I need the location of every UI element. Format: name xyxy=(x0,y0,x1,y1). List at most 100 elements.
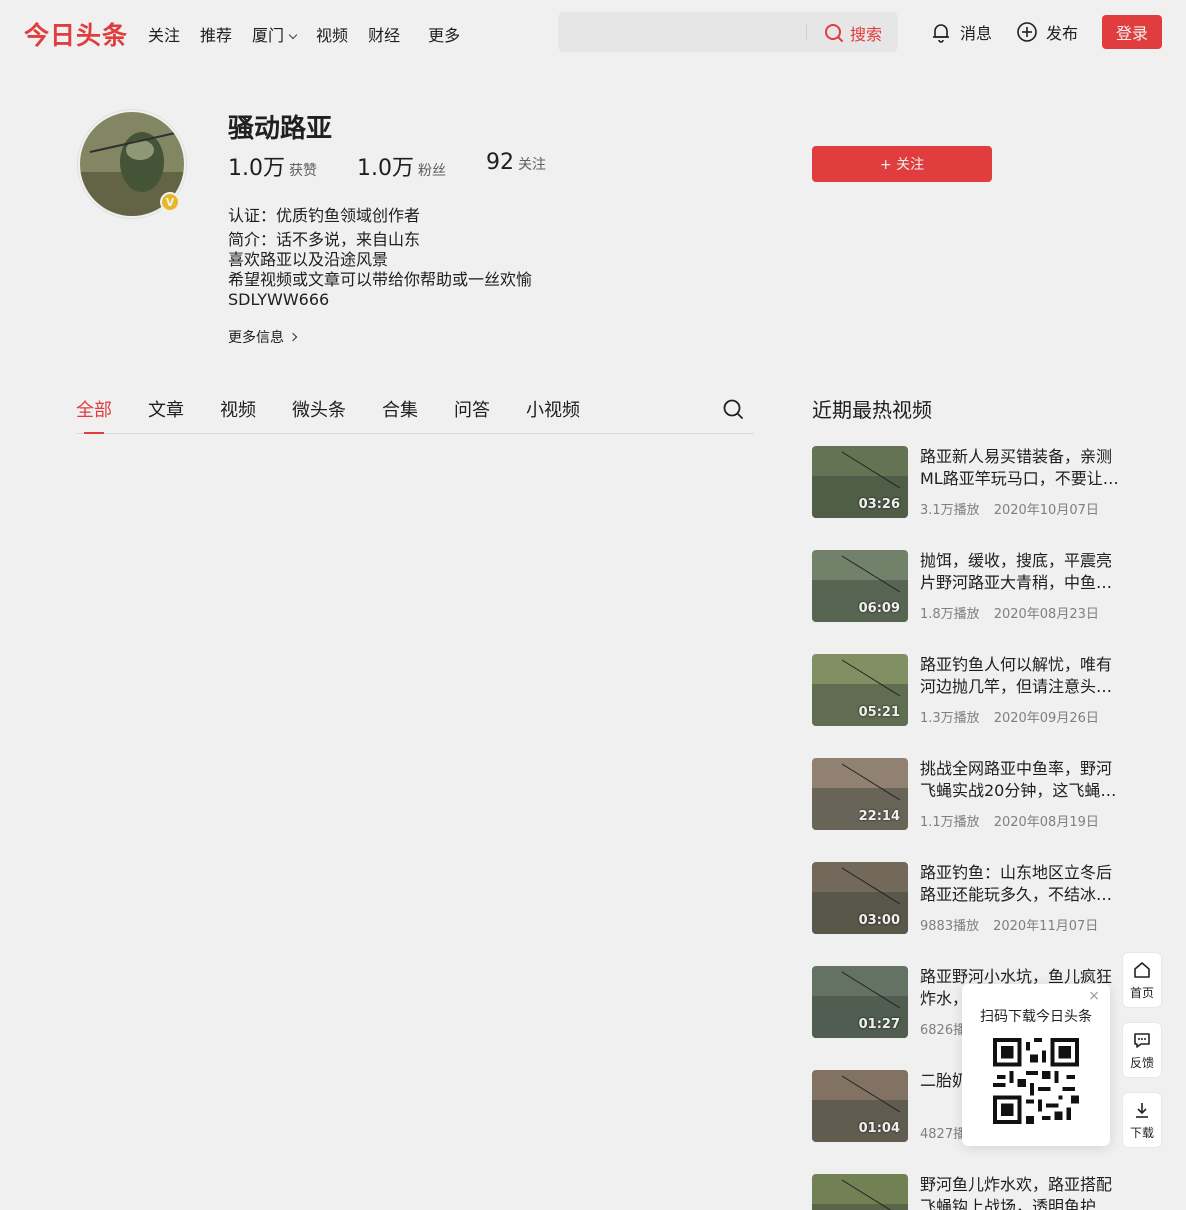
video-duration: 01:27 xyxy=(858,1017,900,1032)
home-icon xyxy=(1134,961,1150,978)
stat-fans-num: 1.0万 xyxy=(357,156,414,181)
video-title[interactable]: 路亚新人易买错装备，亲测ML路亚竿玩马口，不要让… xyxy=(920,446,1122,490)
video-thumbnail[interactable]: 01:27 xyxy=(812,966,908,1038)
chevron-right-icon xyxy=(288,332,298,342)
video-duration: 05:21 xyxy=(858,705,900,720)
video-duration: 03:00 xyxy=(858,913,900,928)
top-header: 今日头条 关注 推荐 厦门 视频 财经 更多 搜索 消息 发布 登录 xyxy=(0,0,1186,64)
nav-item-finance[interactable]: 财经 xyxy=(368,22,400,46)
video-list-item[interactable]: 03:00 路亚钓鱼：山东地区立冬后路亚还能玩多久，不结冰… 9883播放 2020年… xyxy=(812,862,1122,934)
video-meta: 1.3万播放 2020年09月26日 xyxy=(920,707,1099,726)
tab-articles[interactable]: 文章 xyxy=(148,396,184,422)
tab-qa[interactable]: 问答 xyxy=(454,396,490,422)
search-divider xyxy=(806,24,807,40)
tab-videos[interactable]: 视频 xyxy=(220,396,256,422)
video-thumbnail[interactable]: 06:09 xyxy=(812,550,908,622)
search-icon xyxy=(825,24,843,42)
nav-item-recommend[interactable]: 推荐 xyxy=(200,22,232,46)
video-meta: 9883播放 2020年11月07日 xyxy=(920,915,1098,934)
close-icon[interactable]: × xyxy=(1088,988,1100,1004)
video-list-item[interactable]: 03:26 路亚新人易买错装备，亲测ML路亚竿玩马口，不要让… 3.1万播放 2020… xyxy=(812,446,1122,518)
stat-following-num: 92 xyxy=(486,150,514,175)
follow-button[interactable]: + 关注 xyxy=(812,146,992,182)
messages-button[interactable]: 消息 xyxy=(930,20,992,44)
video-meta: 3.1万播放 2020年10月07日 xyxy=(920,499,1099,518)
video-plays: 1.8万播放 xyxy=(920,607,980,622)
video-date: 2020年08月23日 xyxy=(993,607,1099,622)
video-meta: 1.1万播放 2020年08月19日 xyxy=(920,811,1099,830)
tab-short-videos[interactable]: 小视频 xyxy=(526,396,580,422)
video-plays: 1.3万播放 xyxy=(920,711,980,726)
video-date: 2020年11月07日 xyxy=(993,919,1099,934)
bio-line: 简介：话不多说，来自山东 xyxy=(228,230,421,249)
tab-search-button[interactable] xyxy=(722,398,744,424)
download-icon xyxy=(1136,1102,1148,1118)
video-thumbnail[interactable]: 05:21 xyxy=(812,654,908,726)
more-info-link[interactable]: 更多信息 xyxy=(228,327,298,347)
video-plays: 3.1万播放 xyxy=(920,503,980,518)
nav-city-label: 厦门 xyxy=(252,26,285,45)
nav-item-more[interactable]: 更多 xyxy=(428,22,460,46)
side-feedback-label: 反馈 xyxy=(1129,1055,1154,1070)
publish-button[interactable]: 发布 xyxy=(1016,20,1078,44)
video-thumbnail[interactable]: 22:14 xyxy=(812,758,908,830)
search-input[interactable] xyxy=(570,20,800,44)
nav-item-city[interactable]: 厦门 xyxy=(252,22,298,46)
video-plays: 1.1万播放 xyxy=(920,815,980,830)
tab-micro-posts[interactable]: 微头条 xyxy=(292,396,346,422)
video-list-item[interactable]: 野河鱼儿炸水欢，路亚搭配飞蝇钩上战场，透明鱼护 xyxy=(812,1174,1122,1210)
side-download-button[interactable]: 下载 xyxy=(1122,1092,1162,1148)
active-tab-indicator xyxy=(84,432,104,434)
messages-label: 消息 xyxy=(960,24,993,43)
video-title[interactable]: 路亚钓鱼：山东地区立冬后路亚还能玩多久，不结冰… xyxy=(920,862,1122,906)
video-title[interactable]: 挑战全网路亚中鱼率，野河飞蝇实战20分钟，这飞蝇… xyxy=(920,758,1122,802)
stat-following-label: 关注 xyxy=(518,157,546,173)
chevron-down-icon xyxy=(288,30,298,40)
nav-item-follow[interactable]: 关注 xyxy=(148,22,180,46)
qr-popup-title: 扫码下载今日头条 xyxy=(980,1009,1092,1025)
video-list-item[interactable]: 06:09 抛饵，缓收，搜底，平震亮片野河路亚大青稍，中鱼… 1.8万播放 2020年… xyxy=(812,550,1122,622)
verified-badge-icon: V xyxy=(160,192,180,212)
tab-all[interactable]: 全部 xyxy=(76,396,112,422)
video-title[interactable]: 路亚钓鱼人何以解忧，唯有河边抛几竿，但请注意头… xyxy=(920,654,1122,698)
video-date: 2020年09月26日 xyxy=(993,711,1099,726)
certification-text: 认证：优质钓鱼领域创作者 xyxy=(228,206,421,225)
stat-fans-label: 粉丝 xyxy=(418,163,446,179)
video-thumbnail[interactable]: 03:26 xyxy=(812,446,908,518)
profile-stats: 1.0万 获赞 1.0万 粉丝 92 关注 xyxy=(228,150,586,182)
video-plays: 9883播放 xyxy=(920,919,980,934)
video-title[interactable]: 抛饵，缓收，搜底，平震亮片野河路亚大青稍，中鱼… xyxy=(920,550,1122,594)
stat-fans[interactable]: 1.0万 粉丝 xyxy=(357,150,446,182)
video-thumbnail[interactable] xyxy=(812,1174,908,1210)
side-home-button[interactable]: 首页 xyxy=(1122,952,1162,1008)
video-thumbnail[interactable]: 01:04 xyxy=(812,1070,908,1142)
stat-likes: 1.0万 获赞 xyxy=(228,150,317,182)
video-duration: 06:09 xyxy=(858,601,900,616)
video-date: 2020年10月07日 xyxy=(993,503,1099,518)
side-download-label: 下载 xyxy=(1129,1125,1154,1140)
site-logo[interactable]: 今日头条 xyxy=(24,16,128,52)
plus-circle-icon xyxy=(1017,22,1037,42)
nav-item-video[interactable]: 视频 xyxy=(316,22,348,46)
search-button-label: 搜索 xyxy=(850,25,883,44)
search-button[interactable]: 搜索 xyxy=(824,21,882,45)
video-meta: 1.8万播放 2020年08月23日 xyxy=(920,603,1099,622)
video-title[interactable]: 野河鱼儿炸水欢，路亚搭配飞蝇钩上战场，透明鱼护 xyxy=(920,1174,1122,1210)
main-nav: 关注 推荐 厦门 视频 财经 更多 xyxy=(148,22,480,46)
stat-likes-label: 获赞 xyxy=(289,163,317,179)
video-duration: 03:26 xyxy=(858,497,900,512)
video-thumbnail-image xyxy=(812,1174,908,1210)
bell-icon xyxy=(933,24,949,43)
more-info-label: 更多信息 xyxy=(228,330,284,346)
login-button[interactable]: 登录 xyxy=(1102,15,1162,49)
video-duration: 01:04 xyxy=(858,1121,900,1136)
video-thumbnail[interactable]: 03:00 xyxy=(812,862,908,934)
stat-following[interactable]: 92 关注 xyxy=(486,150,546,182)
video-list-item[interactable]: 22:14 挑战全网路亚中鱼率，野河飞蝇实战20分钟，这飞蝇… 1.1万播放 2020… xyxy=(812,758,1122,830)
feedback-icon xyxy=(1134,1032,1150,1048)
content-tabs: 全部 文章 视频 微头条 合集 问答 小视频 xyxy=(76,394,754,434)
tab-collections[interactable]: 合集 xyxy=(382,396,418,422)
video-list-item[interactable]: 05:21 路亚钓鱼人何以解忧，唯有河边抛几竿，但请注意头… 1.3万播放 2020年… xyxy=(812,654,1122,726)
side-feedback-button[interactable]: 反馈 xyxy=(1122,1022,1162,1078)
bio-line: SDLYWW666 xyxy=(228,290,330,309)
